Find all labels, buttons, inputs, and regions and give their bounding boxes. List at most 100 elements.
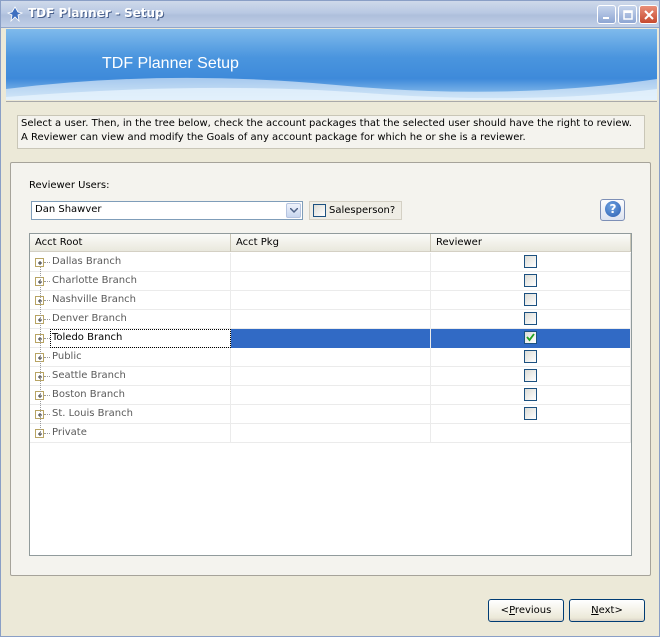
- acct-root-cell[interactable]: Seattle Branch: [30, 367, 231, 386]
- column-header-acct-root[interactable]: Acct Root: [30, 234, 231, 252]
- acct-root-name: Denver Branch: [52, 313, 127, 324]
- reviewer-cell[interactable]: [431, 291, 631, 310]
- maximize-button[interactable]: [618, 5, 637, 24]
- tree-connector: [44, 300, 50, 301]
- acct-pkg-cell[interactable]: [231, 367, 431, 386]
- previous-button[interactable]: <Previous: [488, 599, 564, 622]
- acct-root-cell[interactable]: St. Louis Branch: [30, 405, 231, 424]
- reviewer-checkbox[interactable]: [524, 388, 537, 401]
- table-row[interactable]: Boston Branch: [30, 386, 631, 405]
- acct-root-name: Nashville Branch: [52, 294, 137, 305]
- maximize-icon: [623, 10, 633, 20]
- salesperson-checkbox[interactable]: [313, 204, 326, 217]
- acct-root-name: Dallas Branch: [52, 256, 122, 267]
- tree-connector: [44, 262, 50, 263]
- reviewer-cell[interactable]: [431, 329, 631, 348]
- grid-header: Acct Root Acct Pkg Reviewer: [30, 234, 631, 252]
- table-row[interactable]: Charlotte Branch: [30, 272, 631, 291]
- dropdown-arrow-button[interactable]: [286, 203, 301, 218]
- reviewer-checkbox[interactable]: [524, 293, 537, 306]
- acct-root-name: Private: [52, 427, 87, 438]
- banner-title: TDF Planner Setup: [102, 55, 239, 72]
- tree-line: [40, 267, 41, 434]
- acct-pkg-cell[interactable]: [231, 272, 431, 291]
- table-row[interactable]: Denver Branch: [30, 310, 631, 329]
- close-button[interactable]: [639, 5, 658, 24]
- acct-pkg-cell[interactable]: [231, 405, 431, 424]
- tree-connector: [44, 433, 50, 434]
- reviewer-checkbox[interactable]: [524, 255, 537, 268]
- tree-connector: [44, 357, 50, 358]
- window-title: TDF Planner - Setup: [28, 6, 164, 20]
- minimize-button[interactable]: [597, 5, 616, 24]
- acct-root-cell[interactable]: Boston Branch: [30, 386, 231, 405]
- tree-connector: [44, 281, 50, 282]
- title-bar[interactable]: TDF Planner - Setup: [1, 1, 659, 28]
- acct-root-name: Seattle Branch: [52, 370, 126, 381]
- close-icon: [644, 10, 654, 20]
- reviewer-cell[interactable]: [431, 367, 631, 386]
- salesperson-checkbox-group[interactable]: Salesperson?: [309, 201, 402, 220]
- account-tree-grid: Acct Root Acct Pkg Reviewer Dallas Branc…: [29, 233, 632, 556]
- acct-root-name: St. Louis Branch: [52, 408, 133, 419]
- reviewer-cell[interactable]: [431, 386, 631, 405]
- next-button[interactable]: Next>: [569, 599, 645, 622]
- tree-connector: [44, 414, 50, 415]
- acct-pkg-cell[interactable]: [231, 424, 431, 443]
- acct-pkg-cell[interactable]: [231, 348, 431, 367]
- acct-root-cell[interactable]: Public: [30, 348, 231, 367]
- acct-root-cell[interactable]: Nashville Branch: [30, 291, 231, 310]
- acct-root-cell[interactable]: Private: [30, 424, 231, 443]
- banner-wave: [6, 77, 657, 100]
- reviewer-checkbox[interactable]: [524, 369, 537, 382]
- acct-pkg-cell[interactable]: [231, 291, 431, 310]
- acct-pkg-cell[interactable]: [231, 386, 431, 405]
- reviewer-checkbox[interactable]: [524, 331, 537, 344]
- acct-pkg-cell[interactable]: [231, 310, 431, 329]
- acct-root-cell[interactable]: Dallas Branch: [30, 253, 231, 272]
- column-header-acct-pkg[interactable]: Acct Pkg: [231, 234, 431, 252]
- reviewer-users-dropdown[interactable]: Dan Shawver: [31, 201, 303, 220]
- minimize-icon: [603, 17, 609, 19]
- table-row[interactable]: Nashville Branch: [30, 291, 631, 310]
- header-banner: TDF Planner Setup: [6, 29, 657, 100]
- table-row[interactable]: Private: [30, 424, 631, 443]
- table-row[interactable]: Seattle Branch: [30, 367, 631, 386]
- acct-root-cell[interactable]: Denver Branch: [30, 310, 231, 329]
- table-row[interactable]: Toledo Branch: [30, 329, 631, 348]
- column-header-reviewer[interactable]: Reviewer: [431, 234, 631, 252]
- selected-user: Dan Shawver: [35, 204, 102, 215]
- instructions-text: Select a user. Then, in the tree below, …: [17, 115, 645, 149]
- setup-window: TDF Planner - Setup TDF Planner Setup Se…: [0, 0, 660, 637]
- reviewer-cell[interactable]: [431, 253, 631, 272]
- tree-connector: [44, 376, 50, 377]
- table-row[interactable]: St. Louis Branch: [30, 405, 631, 424]
- reviewer-checkbox[interactable]: [524, 312, 537, 325]
- reviewer-cell[interactable]: [431, 405, 631, 424]
- reviewer-checkbox[interactable]: [524, 274, 537, 287]
- table-row[interactable]: Public: [30, 348, 631, 367]
- reviewer-users-label: Reviewer Users:: [29, 180, 110, 191]
- tree-connector: [44, 319, 50, 320]
- checkmark-icon: [526, 333, 535, 342]
- acct-root-cell[interactable]: Toledo Branch: [30, 329, 231, 348]
- reviewer-group: Reviewer Users: Dan Shawver Salesperson?…: [10, 162, 651, 576]
- acct-pkg-cell[interactable]: [231, 329, 431, 348]
- reviewer-cell[interactable]: [431, 272, 631, 291]
- reviewer-cell[interactable]: [431, 310, 631, 329]
- reviewer-cell[interactable]: [431, 348, 631, 367]
- acct-root-name: Public: [52, 351, 82, 362]
- table-row[interactable]: Dallas Branch: [30, 253, 631, 272]
- reviewer-checkbox[interactable]: [524, 407, 537, 420]
- reviewer-cell[interactable]: [431, 424, 631, 443]
- separator: [6, 101, 657, 102]
- expand-icon[interactable]: [35, 258, 44, 267]
- acct-root-cell[interactable]: Charlotte Branch: [30, 272, 231, 291]
- help-button[interactable]: ?: [600, 199, 625, 221]
- tree-connector: [44, 395, 50, 396]
- reviewer-checkbox[interactable]: [524, 350, 537, 363]
- salesperson-label: Salesperson?: [329, 205, 396, 216]
- help-icon: ?: [605, 201, 621, 217]
- acct-root-name: Boston Branch: [52, 389, 126, 400]
- acct-pkg-cell[interactable]: [231, 253, 431, 272]
